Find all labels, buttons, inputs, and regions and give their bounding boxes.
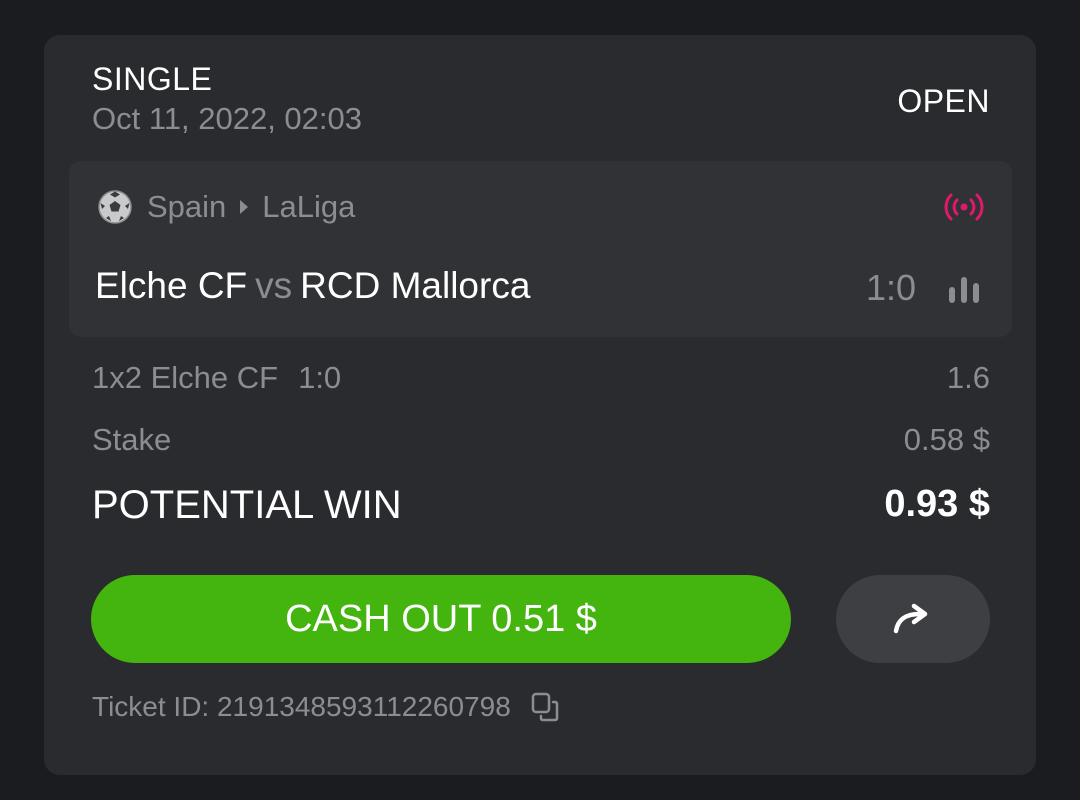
selection-odds: 1.6 xyxy=(946,360,990,395)
live-broadcast-icon xyxy=(944,193,984,221)
selection-score: 1:0 xyxy=(298,360,342,395)
stats-bars-icon[interactable] xyxy=(946,273,982,305)
ticket-id: Ticket ID: 2191348593112260798 xyxy=(92,691,511,722)
away-team: RCD Mallorca xyxy=(300,265,531,306)
vs-label: vs xyxy=(255,265,293,306)
league-breadcrumb: Spain LaLiga xyxy=(97,189,355,225)
country-label: Spain xyxy=(147,189,227,224)
selection-row: 1x2 Elche CF 1:0 1.6 xyxy=(92,360,990,396)
selection-market: 1x2 Elche CF xyxy=(92,360,279,395)
potential-win-label: POTENTIAL WIN xyxy=(92,483,402,527)
bet-type: SINGLE xyxy=(92,61,213,97)
selection-info: 1x2 Elche CF 1:0 xyxy=(92,360,341,396)
event-panel[interactable]: Spain LaLiga Elche CF vs RCD Mallorca 1:0 xyxy=(69,161,1012,337)
copy-icon[interactable] xyxy=(529,691,561,723)
soccer-ball-icon xyxy=(98,190,132,224)
ticket-id-row: Ticket ID: 2191348593112260798 xyxy=(92,691,561,723)
league-label: LaLiga xyxy=(262,189,356,224)
bet-date: Oct 11, 2022, 02:03 xyxy=(92,101,363,136)
home-team: Elche CF xyxy=(95,265,248,306)
potential-win-value: 0.93 $ xyxy=(884,483,990,525)
stake-value: 0.58 $ xyxy=(903,422,990,457)
caret-right-icon xyxy=(240,200,249,214)
match-score: 1:0 xyxy=(865,267,916,308)
bet-card: SINGLE Oct 11, 2022, 02:03 OPEN Spain La… xyxy=(44,35,1036,775)
stake-label: Stake xyxy=(92,422,172,457)
share-arrow-icon xyxy=(893,603,928,634)
match-title: Elche CF vs RCD Mallorca xyxy=(95,265,530,307)
bet-status: OPEN xyxy=(897,83,990,119)
potential-win-row: POTENTIAL WIN 0.93 $ xyxy=(92,483,990,528)
stake-row: Stake 0.58 $ xyxy=(92,422,990,458)
cash-out-button[interactable]: CASH OUT 0.51 $ xyxy=(91,575,791,663)
share-button[interactable] xyxy=(836,575,990,663)
